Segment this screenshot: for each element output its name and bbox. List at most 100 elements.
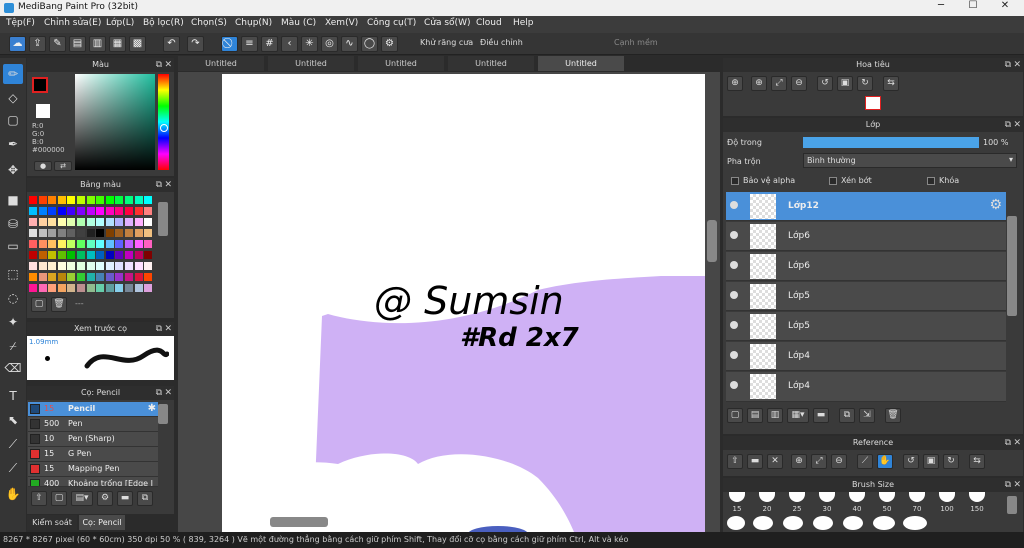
palette-swatch[interactable] bbox=[86, 240, 95, 248]
new-brush-icon[interactable]: ▢ bbox=[51, 491, 67, 506]
text-tool-icon[interactable]: T bbox=[3, 386, 23, 406]
minimize-button[interactable]: ─ bbox=[930, 0, 952, 14]
bucket-tool-icon[interactable]: ⛁ bbox=[3, 214, 23, 234]
palette-swatch[interactable] bbox=[134, 262, 143, 270]
brush-item[interactable]: 15 G Pen bbox=[28, 447, 158, 462]
palette-swatch[interactable] bbox=[115, 240, 124, 248]
menu-file[interactable]: Tệp(F) bbox=[6, 18, 35, 28]
palette-scrollbar[interactable] bbox=[158, 202, 168, 236]
zoom-out-icon[interactable]: ⊖ bbox=[831, 454, 847, 469]
menu-help[interactable]: Help bbox=[513, 18, 534, 28]
zoom-in-icon[interactable]: ⊕ bbox=[791, 454, 807, 469]
palette-swatch[interactable] bbox=[115, 262, 124, 270]
palette-swatch[interactable] bbox=[67, 240, 76, 248]
palette-swatch[interactable] bbox=[96, 240, 105, 248]
palette-swatch[interactable] bbox=[105, 273, 114, 281]
zoom-out-icon[interactable]: ⊖ bbox=[791, 76, 807, 91]
palette-swatch[interactable] bbox=[96, 251, 105, 259]
eraser-tool-icon[interactable]: ◇ bbox=[3, 88, 23, 108]
palette-swatch[interactable] bbox=[105, 284, 114, 292]
menu-window[interactable]: Cửa sổ(W) bbox=[424, 18, 470, 28]
palette-swatch[interactable] bbox=[38, 229, 47, 237]
brush-item[interactable]: 15 Mapping Pen bbox=[28, 462, 158, 477]
palette-swatch[interactable] bbox=[96, 196, 105, 204]
palette-swatch[interactable] bbox=[115, 229, 124, 237]
brush-settings-icon[interactable]: ⚙ bbox=[97, 491, 113, 506]
palette-swatch[interactable] bbox=[125, 229, 133, 237]
float-icon[interactable]: ⧉ bbox=[156, 58, 162, 72]
palette-swatch[interactable] bbox=[125, 251, 133, 259]
palette-swatch[interactable] bbox=[29, 284, 37, 292]
brush-item[interactable]: 15 Pencil ✱ bbox=[28, 402, 158, 417]
palette-swatch[interactable] bbox=[86, 251, 95, 259]
cloud-icon[interactable]: ☁ bbox=[9, 36, 26, 52]
fill-rect-tool-icon[interactable]: ■ bbox=[3, 190, 23, 210]
operation-tool-icon[interactable]: ⬉ bbox=[3, 410, 23, 430]
palette-swatch[interactable] bbox=[77, 240, 85, 248]
palette-swatch[interactable] bbox=[48, 284, 57, 292]
palette-swatch[interactable] bbox=[29, 218, 37, 226]
palette-swatch[interactable] bbox=[38, 218, 47, 226]
palette-swatch[interactable] bbox=[115, 284, 124, 292]
palette-swatch[interactable] bbox=[48, 262, 57, 270]
palette-swatch[interactable] bbox=[86, 229, 95, 237]
doc-tab-active[interactable]: Untitled bbox=[538, 56, 624, 71]
add-brush-icon[interactable]: ▤▾ bbox=[71, 491, 93, 506]
maximize-button[interactable]: ☐ bbox=[962, 0, 984, 14]
select-eraser-tool-icon[interactable]: ⌫ bbox=[3, 358, 23, 378]
doc-tab[interactable]: Untitled bbox=[448, 56, 534, 71]
palette-swatch[interactable] bbox=[96, 273, 105, 281]
palette-swatch[interactable] bbox=[38, 207, 47, 215]
palette-swatch[interactable] bbox=[77, 207, 85, 215]
float-icon[interactable]: ⧉ bbox=[1005, 436, 1011, 450]
palette-swatch[interactable] bbox=[29, 251, 37, 259]
palette-swatch[interactable] bbox=[38, 262, 47, 270]
close-ref-icon[interactable]: ✕ bbox=[767, 454, 783, 469]
grid-snap-icon[interactable]: # bbox=[261, 36, 278, 52]
saturation-value-picker[interactable] bbox=[75, 74, 155, 170]
palette-swatch[interactable] bbox=[134, 273, 143, 281]
trash-icon[interactable]: 🗑 bbox=[885, 408, 901, 423]
protect-alpha-checkbox[interactable] bbox=[731, 177, 739, 185]
palette-swatch[interactable] bbox=[29, 262, 37, 270]
upload-icon[interactable]: ⇧ bbox=[31, 491, 47, 506]
palette-swatch[interactable] bbox=[29, 229, 37, 237]
lasso-tool-icon[interactable]: ◌ bbox=[3, 288, 23, 308]
palette-swatch[interactable] bbox=[86, 207, 95, 215]
palette-swatch[interactable] bbox=[48, 196, 57, 204]
float-icon[interactable]: ⧉ bbox=[1005, 478, 1011, 492]
color-mode-icon[interactable]: ● bbox=[34, 161, 52, 171]
palette-swatch[interactable] bbox=[134, 218, 143, 226]
layer-row[interactable]: Lớp4 bbox=[726, 372, 1006, 402]
brush-size-dot[interactable] bbox=[969, 492, 985, 502]
navigator-thumbnail[interactable] bbox=[865, 96, 881, 110]
palette-swatch[interactable] bbox=[125, 218, 133, 226]
layer-row[interactable]: Lớp6 bbox=[726, 222, 1006, 251]
tab-brush-control[interactable]: Kiểm soát cọ bbox=[27, 515, 77, 542]
palette-swatch[interactable] bbox=[29, 273, 37, 281]
circle-snap-icon[interactable]: ◎ bbox=[321, 36, 338, 52]
palette-swatch[interactable] bbox=[77, 262, 85, 270]
palette-swatch[interactable] bbox=[144, 273, 153, 281]
palette-swatch[interactable] bbox=[134, 207, 143, 215]
palette-swatch[interactable] bbox=[67, 196, 76, 204]
panel-close-icon[interactable]: ✕ bbox=[164, 178, 172, 192]
brush-size-dot[interactable] bbox=[729, 492, 745, 502]
cloud-upload-icon[interactable]: ⇧ bbox=[727, 454, 743, 469]
gear-icon[interactable]: ✱ bbox=[148, 403, 156, 414]
palette-swatch[interactable] bbox=[86, 196, 95, 204]
visibility-icon[interactable] bbox=[730, 321, 738, 329]
palette-swatch[interactable] bbox=[77, 196, 85, 204]
palette-swatch[interactable] bbox=[96, 262, 105, 270]
brush-size-dot[interactable] bbox=[759, 492, 775, 502]
palette-swatch[interactable] bbox=[67, 262, 76, 270]
palette-swatch[interactable] bbox=[125, 284, 133, 292]
zoom-in-icon[interactable]: ⊕ bbox=[727, 76, 743, 91]
brush-item[interactable]: 10 Pen (Sharp) bbox=[28, 432, 158, 447]
doc-tab[interactable]: Untitled bbox=[358, 56, 444, 71]
palette-swatch[interactable] bbox=[115, 207, 124, 215]
layer-row[interactable]: Lớp5 bbox=[726, 312, 1006, 341]
palette-swatch[interactable] bbox=[115, 218, 124, 226]
brush-size-dot[interactable] bbox=[903, 516, 927, 530]
palette-swatch[interactable] bbox=[144, 251, 153, 259]
